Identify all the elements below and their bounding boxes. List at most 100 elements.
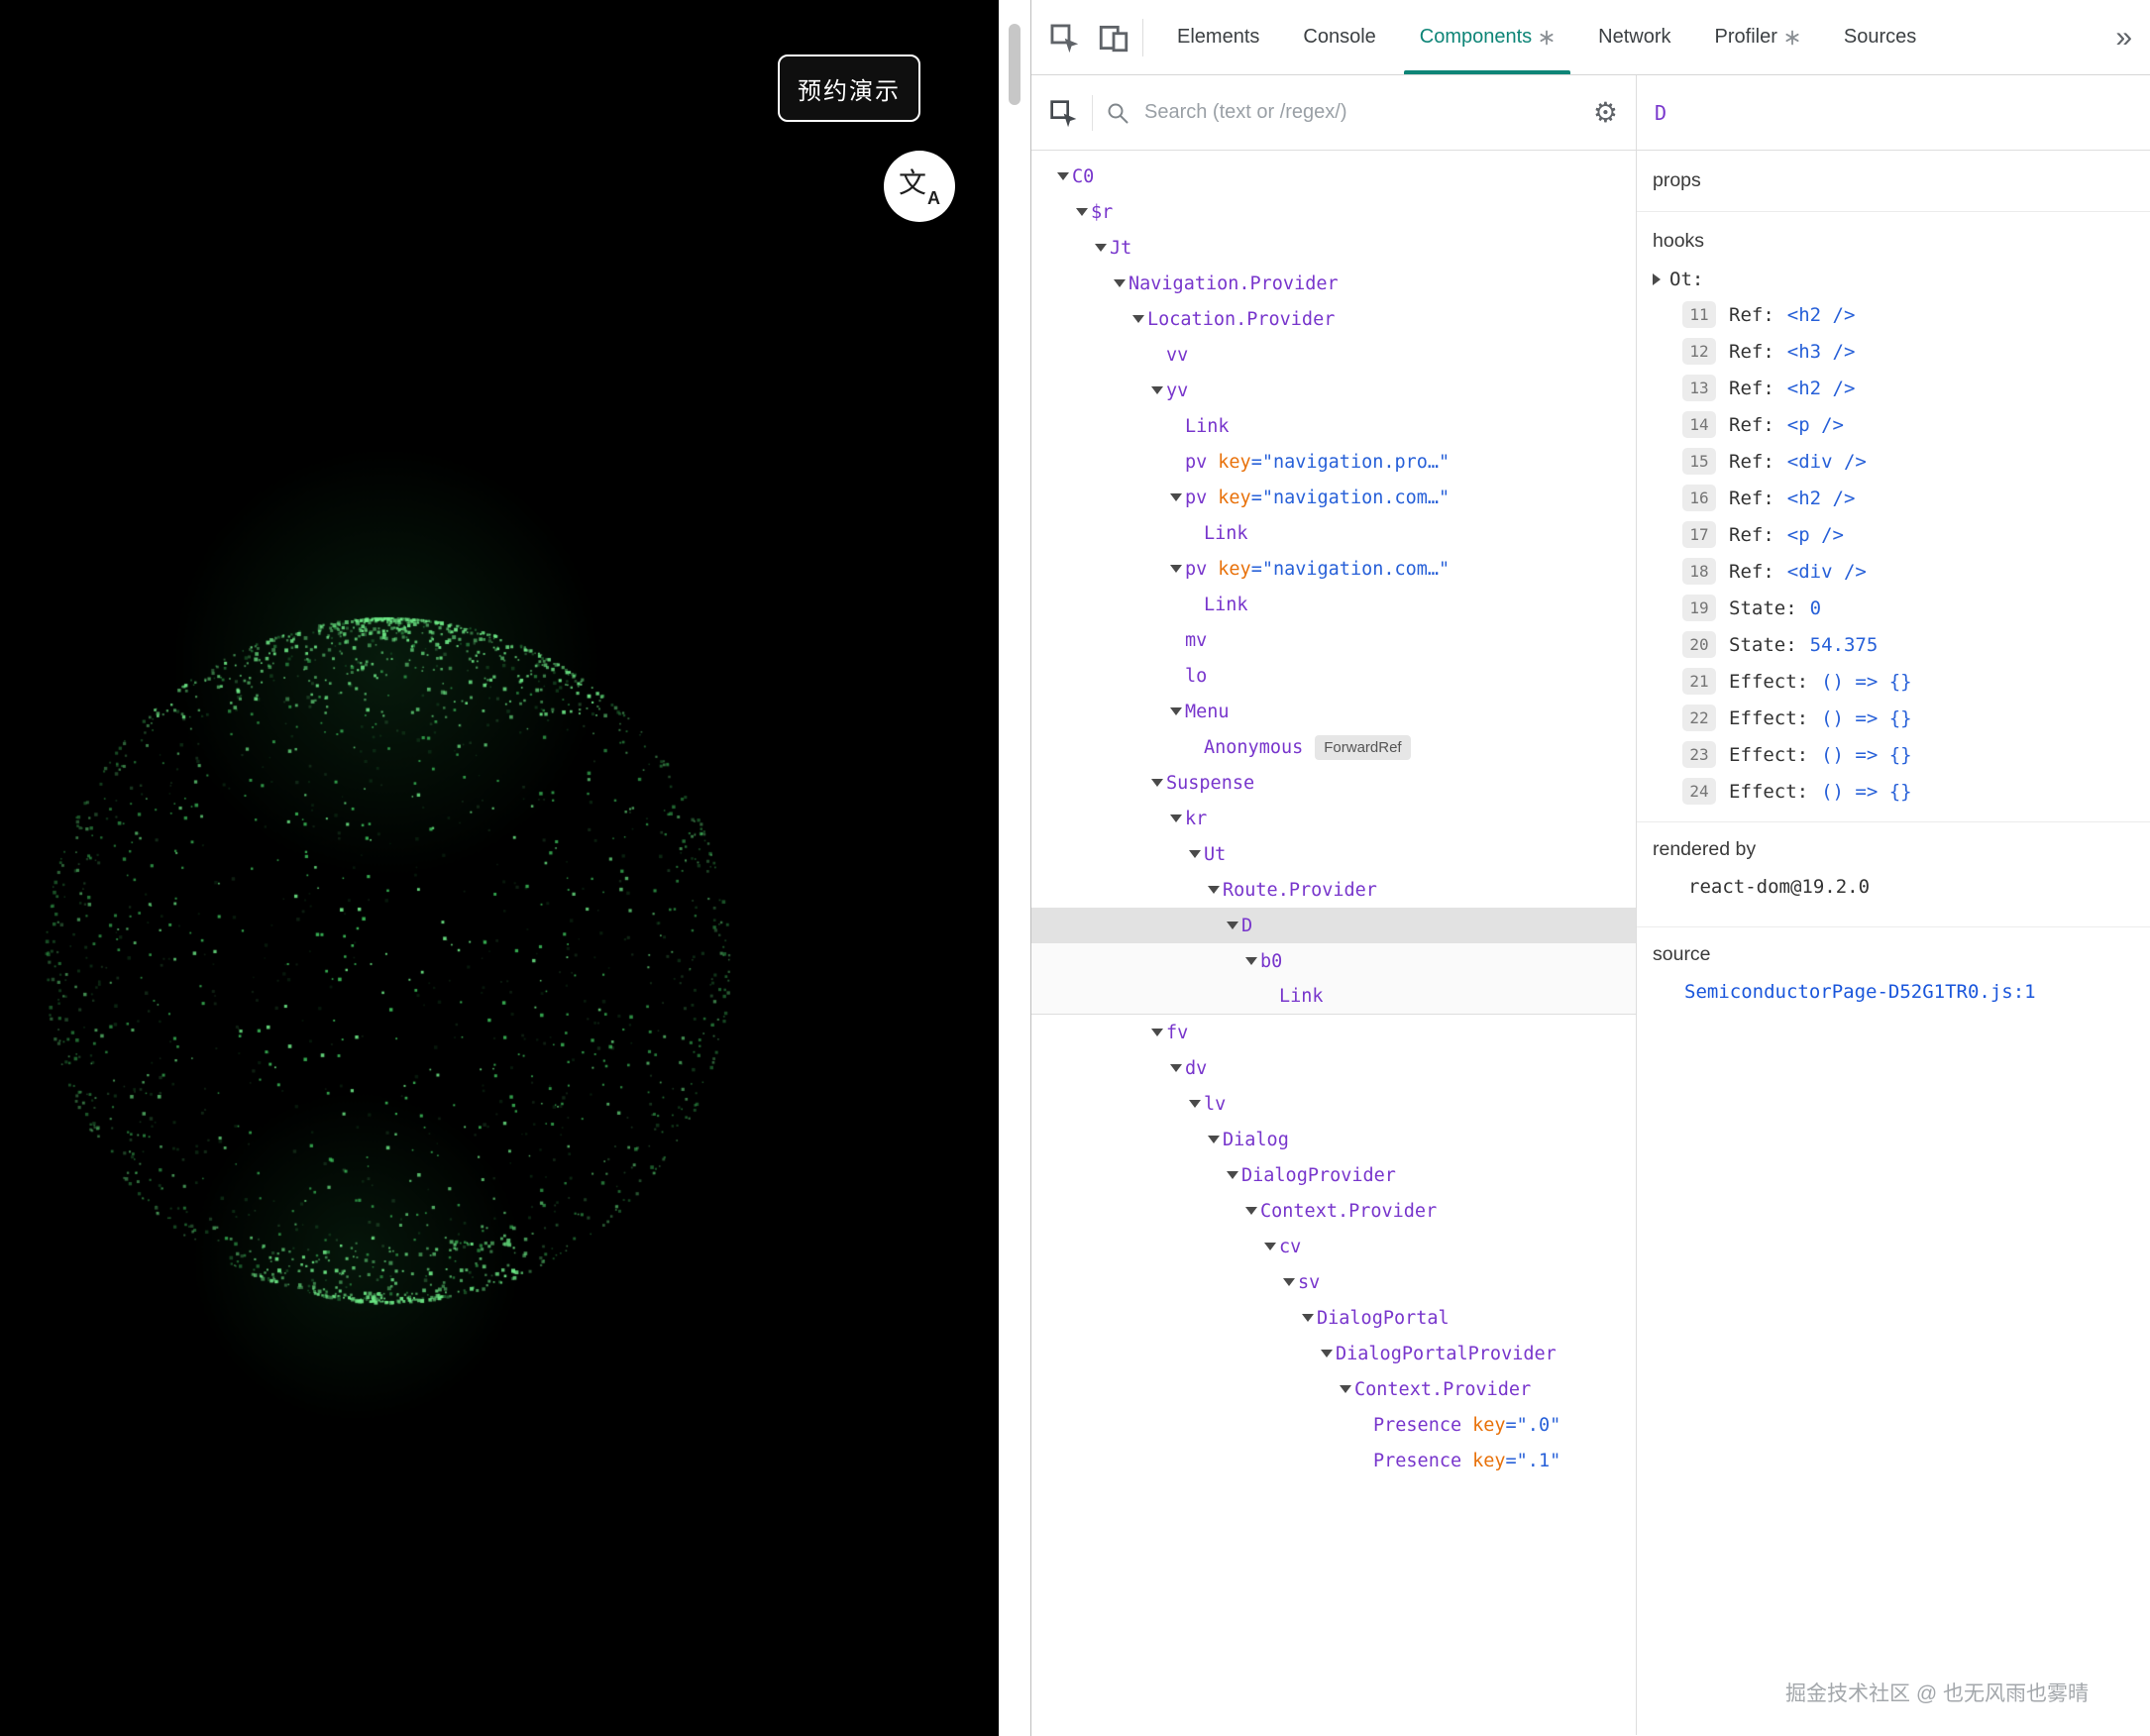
rendered-by-value: react-dom@19.2.0 bbox=[1637, 861, 2150, 915]
hook-line-number: 12 bbox=[1682, 338, 1716, 365]
expander-icon[interactable] bbox=[1091, 244, 1110, 252]
tree-row-Presence[interactable]: Presencekey=".1" bbox=[1031, 1443, 1636, 1478]
tree-row-dv[interactable]: dv bbox=[1031, 1050, 1636, 1086]
expander-icon[interactable] bbox=[1110, 279, 1129, 287]
tree-row-fv[interactable]: fv bbox=[1031, 1015, 1636, 1050]
hook-type-label: Effect: bbox=[1729, 781, 1808, 803]
hook-type-label: Effect: bbox=[1729, 744, 1808, 766]
device-toolbar-icon[interactable] bbox=[1097, 21, 1130, 54]
tree-row-pv[interactable]: pvkey="navigation.com…" bbox=[1031, 551, 1636, 587]
expander-icon[interactable] bbox=[1166, 565, 1185, 573]
expander-icon[interactable] bbox=[1166, 493, 1185, 501]
expander-icon[interactable] bbox=[1053, 172, 1072, 180]
inspect-element-icon[interactable] bbox=[1047, 21, 1081, 54]
component-name: Ut bbox=[1204, 844, 1226, 865]
hook-line-number: 22 bbox=[1682, 705, 1716, 731]
hook-group-row[interactable]: Ot: bbox=[1653, 269, 2150, 290]
search-separator bbox=[1092, 95, 1093, 131]
tree-row-DialogPortal[interactable]: DialogPortal bbox=[1031, 1300, 1636, 1336]
tree-row-Presence[interactable]: Presencekey=".0" bbox=[1031, 1407, 1636, 1443]
tree-row-lo[interactable]: lo bbox=[1031, 658, 1636, 694]
expander-icon[interactable] bbox=[1223, 922, 1241, 929]
tab-components[interactable]: Components bbox=[1398, 0, 1576, 74]
tree-row-Link[interactable]: Link bbox=[1031, 979, 1636, 1015]
settings-gear-icon[interactable]: ⚙ bbox=[1593, 99, 1618, 127]
search-icon bbox=[1106, 101, 1129, 125]
expander-icon[interactable] bbox=[1072, 208, 1091, 216]
expander-icon[interactable] bbox=[1129, 315, 1147, 323]
more-tabs-icon[interactable]: » bbox=[2115, 23, 2132, 53]
tab-elements[interactable]: Elements bbox=[1155, 0, 1281, 74]
expander-icon[interactable] bbox=[1185, 850, 1204, 858]
tree-row-pv[interactable]: pvkey="navigation.pro…" bbox=[1031, 444, 1636, 480]
tree-row-Location.Provider[interactable]: Location.Provider bbox=[1031, 301, 1636, 337]
expander-icon[interactable] bbox=[1204, 1136, 1223, 1143]
expander-icon[interactable] bbox=[1147, 779, 1166, 787]
expander-icon[interactable] bbox=[1241, 957, 1260, 965]
tree-row-DialogProvider[interactable]: DialogProvider bbox=[1031, 1157, 1636, 1193]
tree-row-Context.Provider[interactable]: Context.Provider bbox=[1031, 1371, 1636, 1407]
expander-icon[interactable] bbox=[1166, 707, 1185, 715]
expander-icon[interactable] bbox=[1241, 1207, 1260, 1215]
tree-row-kr[interactable]: kr bbox=[1031, 801, 1636, 836]
tree-row-Context.Provider[interactable]: Context.Provider bbox=[1031, 1193, 1636, 1229]
tree-row-Link[interactable]: Link bbox=[1031, 515, 1636, 551]
expander-icon[interactable] bbox=[1260, 1243, 1279, 1250]
tree-row-Suspense[interactable]: Suspense bbox=[1031, 765, 1636, 801]
tree-row-$r[interactable]: $r bbox=[1031, 194, 1636, 230]
tree-row-Jt[interactable]: Jt bbox=[1031, 230, 1636, 266]
tree-row-lv[interactable]: lv bbox=[1031, 1086, 1636, 1122]
tree-row-Ut[interactable]: Ut bbox=[1031, 836, 1636, 872]
tab-sources[interactable]: Sources bbox=[1822, 0, 1938, 74]
hook-line-number: 20 bbox=[1682, 631, 1716, 658]
search-input[interactable] bbox=[1142, 100, 1580, 125]
component-tree-pane: ⚙ C0$rJtNavigation.ProviderLocation.Prov… bbox=[1031, 75, 1637, 1735]
expander-icon[interactable] bbox=[1298, 1314, 1317, 1322]
tab-network[interactable]: Network bbox=[1576, 0, 1692, 74]
tab-console[interactable]: Console bbox=[1281, 0, 1397, 74]
tree-row-yv[interactable]: yv bbox=[1031, 373, 1636, 408]
expander-icon[interactable] bbox=[1317, 1350, 1336, 1357]
component-name: yv bbox=[1166, 380, 1188, 401]
tab-profiler[interactable]: Profiler bbox=[1693, 0, 1822, 74]
component-name: Presence bbox=[1373, 1415, 1461, 1436]
demo-button[interactable]: 预约演示 bbox=[778, 54, 920, 122]
translate-button[interactable]: 文 A bbox=[884, 151, 955, 222]
tree-row-vv[interactable]: vv bbox=[1031, 337, 1636, 373]
tree-row-D[interactable]: D bbox=[1031, 908, 1636, 943]
tree-row-DialogPortalProvider[interactable]: DialogPortalProvider bbox=[1031, 1336, 1636, 1371]
expander-icon[interactable] bbox=[1166, 814, 1185, 822]
expander-icon[interactable] bbox=[1185, 1100, 1204, 1108]
tree-row-Menu[interactable]: Menu bbox=[1031, 694, 1636, 729]
component-name: sv bbox=[1298, 1272, 1320, 1293]
page-scrollbar-thumb[interactable] bbox=[1009, 24, 1021, 105]
tree-row-Anonymous[interactable]: AnonymousForwardRef bbox=[1031, 729, 1636, 765]
expander-icon[interactable] bbox=[1336, 1385, 1354, 1393]
expander-icon[interactable] bbox=[1223, 1171, 1241, 1179]
tree-row-mv[interactable]: mv bbox=[1031, 622, 1636, 658]
tree-row-Navigation.Provider[interactable]: Navigation.Provider bbox=[1031, 266, 1636, 301]
hook-type-label: Ref: bbox=[1729, 561, 1774, 583]
expander-icon[interactable] bbox=[1204, 886, 1223, 894]
expander-icon[interactable] bbox=[1147, 1029, 1166, 1036]
tree-row-Link[interactable]: Link bbox=[1031, 587, 1636, 622]
react-panel-badge-icon bbox=[1539, 30, 1555, 46]
expander-icon[interactable] bbox=[1653, 273, 1661, 285]
tree-row-Dialog[interactable]: Dialog bbox=[1031, 1122, 1636, 1157]
tree-row-b0[interactable]: b0 bbox=[1031, 943, 1636, 979]
hook-type-label: Effect: bbox=[1729, 707, 1808, 729]
component-picker-icon[interactable] bbox=[1047, 97, 1079, 129]
hooks-list: 11Ref:<h2 />12Ref:<h3 />13Ref:<h2 />14Re… bbox=[1637, 296, 2150, 810]
tree-row-C0[interactable]: C0 bbox=[1031, 159, 1636, 194]
expander-icon[interactable] bbox=[1279, 1278, 1298, 1286]
tree-row-sv[interactable]: sv bbox=[1031, 1264, 1636, 1300]
tree-row-Link[interactable]: Link bbox=[1031, 408, 1636, 444]
expander-icon[interactable] bbox=[1147, 386, 1166, 394]
source-file-link[interactable]: SemiconductorPage-D52G1TR0.js:1 bbox=[1637, 966, 2150, 1003]
hook-type-label: Ref: bbox=[1729, 524, 1774, 546]
tree-row-pv[interactable]: pvkey="navigation.com…" bbox=[1031, 480, 1636, 515]
tree-row-Route.Provider[interactable]: Route.Provider bbox=[1031, 872, 1636, 908]
tree-row-cv[interactable]: cv bbox=[1031, 1229, 1636, 1264]
expander-icon[interactable] bbox=[1166, 1064, 1185, 1072]
hook-row-13: 13Ref:<h2 /> bbox=[1637, 370, 2150, 406]
